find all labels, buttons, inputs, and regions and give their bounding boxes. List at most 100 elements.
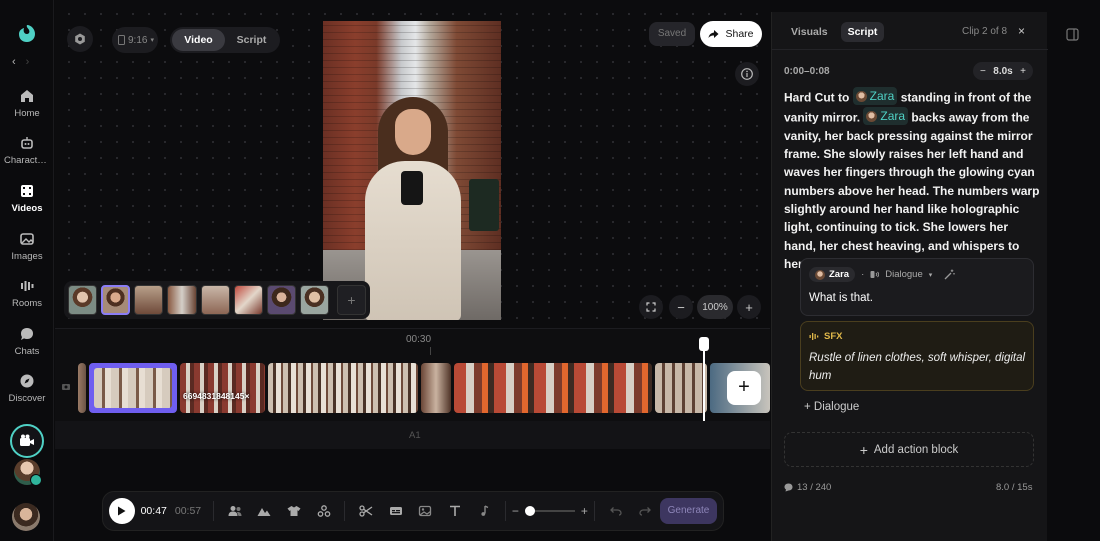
nav-item-images[interactable]: Images [0,231,54,262]
add-action-block-button[interactable]: + Add action block [784,432,1034,467]
sfx-block[interactable]: SFX Rustle of linen clothes, soft whispe… [800,321,1034,391]
settings-button[interactable] [67,26,93,52]
fullscreen-icon [646,302,656,312]
timeline-clip[interactable] [78,363,86,413]
scene-tool-button[interactable] [250,505,280,517]
dialogue-type-label[interactable]: Dialogue [885,269,923,280]
track-camera-icon[interactable] [61,381,71,391]
timeline-clip[interactable] [454,363,652,413]
reference-thumbnail[interactable] [167,285,197,315]
nav-item-characters[interactable]: Characters [0,135,54,166]
text-tool-button[interactable] [440,505,470,517]
home-icon [21,90,33,102]
tab-script-panel[interactable]: Script [840,22,885,42]
dialogue-type-icon [870,271,880,278]
timeline-clip[interactable] [268,363,418,413]
reference-thumbnail[interactable] [266,285,296,315]
magic-wand-icon[interactable] [944,269,955,280]
audio-track[interactable]: A1 [55,421,770,449]
tab-video[interactable]: Video [172,29,225,51]
character-face [395,109,431,155]
timeline-clip[interactable] [655,363,707,413]
reference-thumbnail[interactable] [68,285,98,315]
reference-thumbnail[interactable] [134,285,164,315]
zoom-out-button[interactable]: − [669,295,693,319]
user-avatar[interactable] [12,503,40,531]
split-tool-button[interactable] [351,505,381,517]
dialogue-text[interactable]: What is that. [809,292,873,304]
nav-item-discover[interactable]: Discover [0,373,54,404]
mountain-icon [257,508,271,516]
tab-visuals[interactable]: Visuals [784,22,835,42]
reference-thumbnail[interactable] [101,285,131,315]
speaker-name: Zara [829,269,850,280]
generate-button[interactable]: Generate [659,498,718,524]
gear-icon [75,33,85,45]
reference-thumbnail[interactable] [200,285,230,315]
zoom-in-button[interactable]: + [737,295,761,319]
reference-thumbnail[interactable] [299,285,329,315]
chat-icon [21,328,33,340]
nav-item-rooms[interactable]: Rooms [0,278,54,309]
add-clip-button[interactable]: + [727,371,761,405]
back-arrow-icon[interactable]: ‹ [12,56,26,68]
ruler-tick [430,347,431,355]
sfx-description[interactable]: Rustle of linen clothes, soft whisper, d… [809,349,1029,385]
subtitles-tool-button[interactable] [381,505,411,517]
add-action-label: Add action block [873,443,959,456]
play-button[interactable] [109,498,135,524]
dialogue-block[interactable]: Zara · Dialogue ▾ What is that. [800,258,1034,316]
speaker-avatar [815,269,825,280]
add-reference-button[interactable]: + [336,285,367,315]
redo-button[interactable] [630,506,660,516]
reference-thumbnail[interactable] [233,285,263,315]
forward-arrow-icon[interactable]: › [26,56,40,68]
character-mention[interactable]: Zara [863,106,909,126]
aspect-ratio-select[interactable]: 9:16 ▾ [112,27,158,53]
sidebar-toggle-icon[interactable] [1066,28,1079,41]
video-studio-button[interactable] [10,424,44,458]
timeline-clip-selected[interactable] [89,363,177,413]
nav-label: Rooms [11,298,43,309]
video-camera-icon [20,434,34,446]
increase-duration-button[interactable]: + [1020,66,1026,77]
undo-button[interactable] [601,506,631,516]
image-tool-button[interactable] [410,505,440,517]
video-preview-frame[interactable] [323,21,501,320]
info-icon [741,68,753,80]
props-tool-button[interactable] [309,505,339,517]
script-segment: Hard Cut to [784,90,850,105]
script-text[interactable]: Hard Cut to Zara standing in front of th… [784,87,1040,273]
nav-item-home[interactable]: Home [0,88,54,119]
wardrobe-tool-button[interactable] [279,505,309,517]
characters-tool-button[interactable] [220,505,250,517]
music-tool-button[interactable] [469,505,499,517]
duration-stepper[interactable]: − 8.0s + [973,62,1033,80]
zoom-out-icon[interactable]: − [512,504,519,518]
nav-item-chats[interactable]: Chats [0,326,54,357]
share-button[interactable]: Share [700,21,762,47]
timeline-clip[interactable] [421,363,451,413]
mention-avatar [866,110,878,122]
app-logo-icon[interactable] [16,22,38,44]
zoom-in-icon[interactable]: + [581,504,588,518]
character-mention[interactable]: Zara [852,87,898,106]
speech-bubble-icon [784,483,793,492]
script-segment: backs away from the vanity, her back pre… [784,110,1040,271]
toolbar-divider [504,501,506,521]
add-dialogue-button[interactable]: + Dialogue [804,401,859,413]
reference-thumbnail-strip: + [64,281,370,319]
decrease-duration-button[interactable]: − [980,66,986,77]
speaker-chip[interactable]: Zara [809,267,856,282]
close-panel-button[interactable]: × [1018,24,1025,38]
timeline-zoom-slider[interactable]: − + [512,504,588,518]
nav-item-videos[interactable]: Videos [0,183,54,214]
info-button[interactable] [735,62,759,86]
zoom-knob[interactable] [524,506,535,516]
saved-indicator: Saved [649,22,695,46]
fit-screen-button[interactable] [639,295,663,319]
captions-icon [389,507,402,515]
phone-ratio-icon [118,35,125,45]
timeline-clip[interactable]: 6694831848145× [180,363,265,413]
tab-script[interactable]: Script [225,29,278,51]
